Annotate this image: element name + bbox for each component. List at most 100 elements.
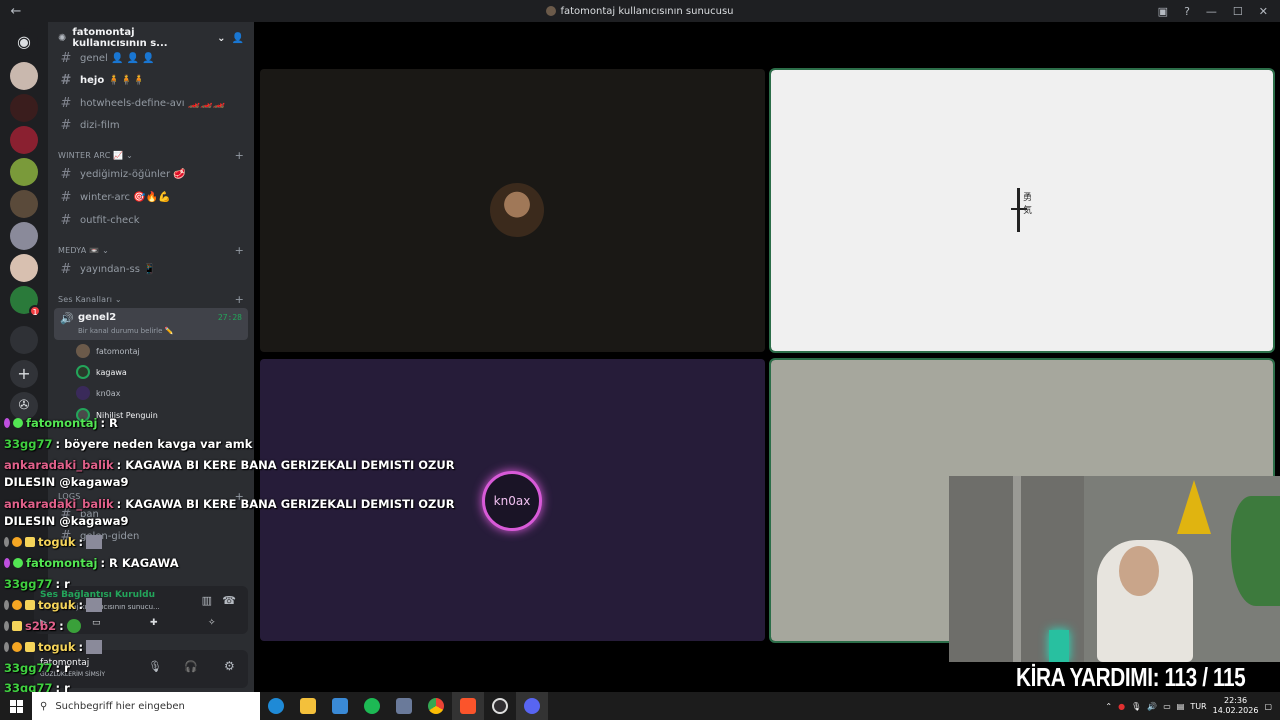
add-member-icon[interactable]: 👤 <box>232 33 244 44</box>
spotify-icon[interactable] <box>356 692 388 720</box>
language-indicator[interactable]: TUR <box>1190 702 1206 711</box>
server-icon[interactable] <box>10 158 38 186</box>
taskbar-search[interactable]: ⚲ Suchbegriff hier eingeben <box>32 692 260 720</box>
battery-icon[interactable]: ▭ <box>1163 702 1171 711</box>
channel-item[interactable]: # hejo 🧍🧍🧍 <box>56 70 246 90</box>
system-tray: ⌃ ● 🎙 🔊 ▭ ▤ TUR 22:36 14.02.2026 ▢ <box>1105 692 1280 720</box>
chat-message: toguk: <box>4 535 103 549</box>
server-icon[interactable] <box>10 62 38 90</box>
tier-badge-icon <box>12 600 22 610</box>
window-controls: ▣ ? — ☐ ✕ <box>1158 0 1280 22</box>
channel-item[interactable]: # winter-arc 🎯🔥💪 <box>56 187 246 207</box>
server-icon[interactable]: 1 <box>10 286 41 317</box>
notifications-icon[interactable]: ▢ <box>1264 702 1272 711</box>
notification-badge: 1 <box>29 305 41 317</box>
sword-badge-icon <box>4 642 9 652</box>
chat-message: s2b2: <box>4 619 81 633</box>
crown-badge-icon <box>25 642 35 652</box>
chat-message: fatomontaj: R KAGAWA <box>4 556 179 570</box>
hash-icon: # <box>60 50 72 66</box>
microphone-icon[interactable]: 🎙 <box>148 660 162 673</box>
edge-icon[interactable] <box>260 692 292 720</box>
voice-user[interactable]: kagawa <box>76 363 127 381</box>
calculator-icon[interactable] <box>388 692 420 720</box>
hash-icon: # <box>60 261 72 277</box>
discord-icon[interactable] <box>516 692 548 720</box>
file-explorer-icon[interactable] <box>292 692 324 720</box>
category-winter-arc[interactable]: WINTER ARC 📈 ⌄ + <box>58 148 244 162</box>
noise-suppression-icon[interactable]: ▥ <box>202 594 212 607</box>
stage-tile-user[interactable] <box>260 69 765 352</box>
add-channel-icon[interactable]: + <box>235 244 244 257</box>
voice-user[interactable]: fatomontaj <box>76 342 140 360</box>
chevron-down-icon: ⌄ <box>217 32 226 44</box>
obs-icon[interactable] <box>484 692 516 720</box>
stage-tile-logo[interactable]: 勇気 <box>769 68 1275 353</box>
chat-message-continued: DILESIN @kagawa9 <box>4 514 129 528</box>
channel-item[interactable]: # genel 👤 👤 👤 <box>56 48 246 68</box>
category-voice[interactable]: Ses Kanalları ⌄ + <box>58 292 244 306</box>
volume-icon[interactable]: 🔊 <box>1147 702 1157 711</box>
tray-chevron-icon[interactable]: ⌃ <box>1105 702 1112 711</box>
emote-icon <box>86 535 103 549</box>
sword-badge-icon <box>4 621 9 631</box>
mod-badge-icon <box>4 418 10 428</box>
add-server-button[interactable]: + <box>10 360 38 388</box>
settings-gear-icon[interactable]: ⚙ <box>224 659 235 673</box>
discord-logo-icon: ◉ <box>17 32 31 51</box>
windows-logo-icon <box>9 699 23 713</box>
door-frame <box>1013 476 1021 662</box>
soundboard-button[interactable]: ✧ <box>208 618 216 628</box>
logo-icon: 勇気 <box>1011 188 1035 234</box>
disconnect-icon[interactable]: ☎ <box>222 594 236 607</box>
channel-item[interactable]: # yediğimiz-öğünler 🥩 <box>56 164 246 184</box>
minimize-button[interactable]: — <box>1206 5 1217 18</box>
voice-status-text[interactable]: Bir kanal durumu belirle ✏️ <box>78 327 173 335</box>
network-icon[interactable]: ▤ <box>1177 702 1185 711</box>
brave-icon[interactable] <box>452 692 484 720</box>
drink-can <box>1049 630 1069 662</box>
plus-icon: + <box>17 364 31 383</box>
channel-item[interactable]: # outfit-check <box>56 210 246 230</box>
chat-message: toguk: <box>4 640 103 654</box>
channel-item[interactable]: # dizi-film <box>56 115 246 135</box>
hash-icon: # <box>60 212 72 228</box>
clock[interactable]: 22:36 14.02.2026 <box>1213 696 1259 716</box>
add-channel-icon[interactable]: + <box>235 149 244 162</box>
headphones-icon[interactable]: 🎧 <box>184 660 198 673</box>
voice-user[interactable]: kn0ax <box>76 384 120 402</box>
chat-message: ankaradaki_balik: KAGAWA BI KERE BANA GE… <box>4 458 455 472</box>
server-icon[interactable] <box>10 254 38 282</box>
server-icon[interactable] <box>10 94 38 122</box>
close-button[interactable]: ✕ <box>1259 5 1268 18</box>
channel-item[interactable]: # yayından-ss 📱 <box>56 259 246 279</box>
server-icon[interactable] <box>10 222 38 250</box>
clock-date: 14.02.2026 <box>1212 706 1259 715</box>
chrome-icon[interactable] <box>420 692 452 720</box>
chat-message: toguk: <box>4 598 103 612</box>
category-media[interactable]: MEDYA 📼 ⌄ + <box>58 243 244 257</box>
hash-icon: # <box>60 166 72 182</box>
voice-channel-genel2[interactable]: 🔊 genel2 27:28 Bir kanal durumu belirle … <box>54 308 248 340</box>
inbox-icon[interactable]: ▣ <box>1158 5 1168 18</box>
channel-item[interactable]: # hotwheels-define-avı 🏎️🏎️🏎️ <box>56 93 246 113</box>
start-button[interactable] <box>0 692 32 720</box>
sword-badge-icon <box>4 537 9 547</box>
hash-icon: # <box>60 95 72 111</box>
server-folder[interactable] <box>10 326 38 354</box>
help-icon[interactable]: ? <box>1184 5 1190 18</box>
screen-share-button[interactable]: ▭ <box>92 618 101 628</box>
home-button[interactable]: ◉ <box>10 28 38 56</box>
store-icon[interactable] <box>324 692 356 720</box>
server-icon[interactable] <box>10 126 38 154</box>
tray-app-icon[interactable]: ● <box>1118 702 1125 711</box>
maximize-button[interactable]: ☐ <box>1233 5 1243 18</box>
add-channel-icon[interactable]: + <box>235 293 244 306</box>
avatar <box>76 365 90 379</box>
activity-button[interactable]: ✚ <box>150 618 158 628</box>
server-icon-active[interactable] <box>10 190 38 218</box>
speaker-icon: 🔊 <box>60 312 74 325</box>
mic-tray-icon[interactable]: 🎙 <box>1131 702 1141 711</box>
chevron-down-icon: ⌄ <box>99 245 109 255</box>
search-icon: ⚲ <box>40 700 48 712</box>
